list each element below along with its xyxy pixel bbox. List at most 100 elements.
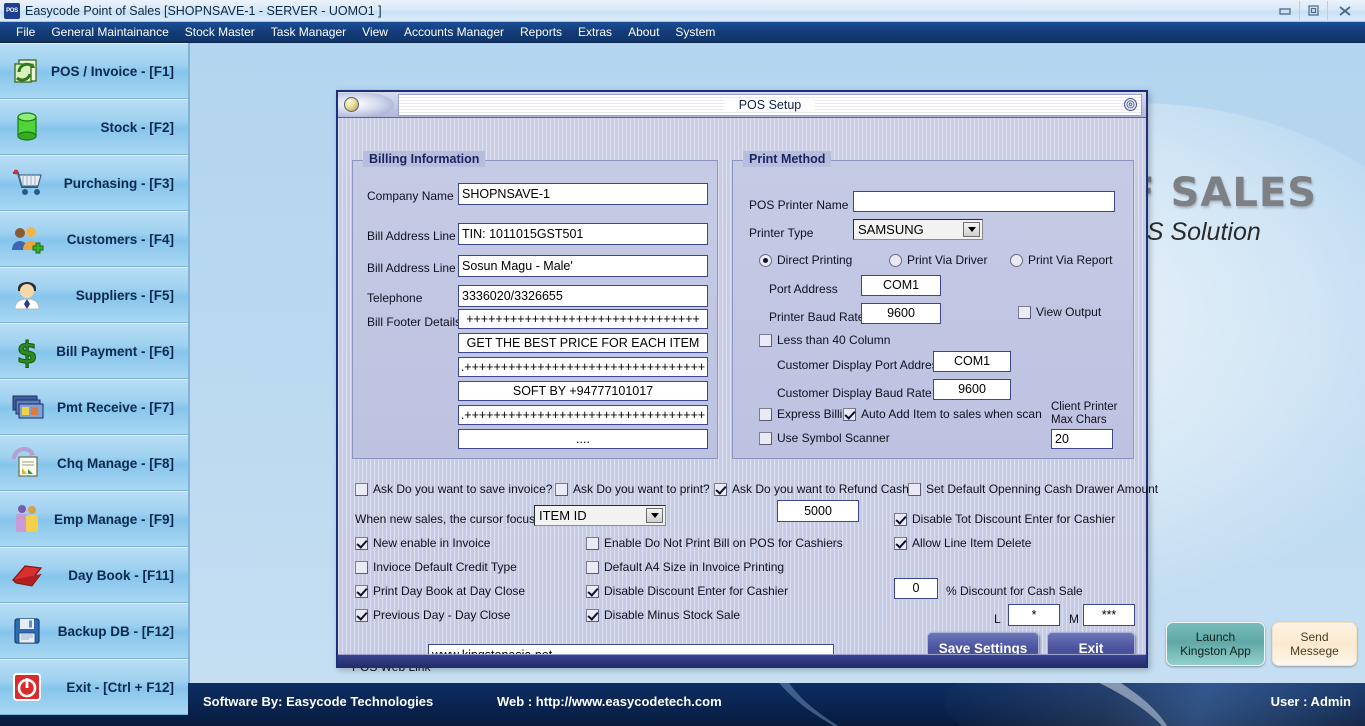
cash-discount-input[interactable]: 0	[894, 578, 938, 599]
radio-direct-printing[interactable]: Direct Printing	[759, 253, 852, 267]
sidebar-item-label: Backup DB - [F12]	[57, 623, 174, 639]
bill-footer-line-4[interactable]: SOFT BY +94777101017	[458, 381, 708, 401]
use-symbol-scanner-label: Use Symbol Scanner	[777, 431, 890, 445]
ask-print-checkbox[interactable]: Ask Do you want to print?	[555, 482, 710, 496]
ask-refund-cash-checkbox[interactable]: Ask Do you want to Refund Cash?	[714, 482, 915, 496]
telephone-label: Telephone	[367, 291, 423, 305]
launch-kingston-app-button[interactable]: Launch Kingston App	[1166, 622, 1265, 666]
disable-discount-checkbox[interactable]: Disable Discount Enter for Cashier	[586, 584, 788, 598]
bill-address-line2-input[interactable]: Sosun Magu - Male'	[458, 255, 708, 277]
printer-type-value[interactable]: SAMSUNG	[858, 222, 924, 237]
drawer-amount-input[interactable]: 5000	[777, 500, 859, 522]
l-field-input[interactable]: *	[1008, 604, 1060, 626]
menu-item-file[interactable]: File	[8, 24, 43, 40]
bill-footer-line-6[interactable]: ....	[458, 429, 708, 449]
sidebar-item-label: Pmt Receive - [F7]	[56, 399, 174, 415]
auto-add-item-checkbox[interactable]: Auto Add Item to sales when scan	[843, 407, 1042, 421]
window-titlebar: POS Easycode Point of Sales [SHOPNSAVE-1…	[0, 0, 1365, 22]
company-name-input[interactable]: SHOPNSAVE-1	[458, 183, 708, 205]
ask-save-invoice-checkbox[interactable]: Ask Do you want to save invoice?	[355, 482, 552, 496]
port-address-input[interactable]: COM1	[861, 275, 941, 296]
navigation-sidebar: POS / Invoice - [F1] Stock - [F2] Purcha…	[0, 43, 190, 715]
chevron-down-icon[interactable]	[963, 222, 980, 237]
disable-minus-stock-checkbox[interactable]: Disable Minus Stock Sale	[586, 608, 740, 622]
port-address-label: Port Address	[769, 282, 838, 296]
sidebar-item-stock[interactable]: Stock - [F2]	[0, 99, 188, 155]
sidebar-item-customers[interactable]: Customers - [F4]	[0, 211, 188, 267]
menu-item-task-manager[interactable]: Task Manager	[263, 24, 354, 40]
invoice-icon	[6, 52, 48, 90]
sidebar-item-emp-manage[interactable]: Emp Manage - [F9]	[0, 491, 188, 547]
bill-footer-line-3[interactable]: .+++++++++++++++++++++++++++++++++	[458, 357, 708, 377]
new-enable-invoice-checkbox[interactable]: New enable in Invoice	[355, 536, 490, 550]
window-controls	[1271, 1, 1361, 20]
bill-footer-line-5[interactable]: .+++++++++++++++++++++++++++++++++	[458, 405, 708, 425]
print-daybook-label: Print Day Book at Day Close	[373, 584, 526, 598]
customer-display-baud-input[interactable]: 9600	[933, 379, 1011, 400]
statusbar-user: User : Admin	[1270, 694, 1351, 709]
sidebar-item-label: Chq Manage - [F8]	[57, 455, 174, 471]
set-default-drawer-label: Set Default Openning Cash Drawer Amount	[926, 482, 1159, 496]
disable-tot-discount-label: Disable Tot Discount Enter for Cashier	[912, 512, 1116, 526]
set-default-drawer-box	[908, 482, 921, 496]
menu-item-accounts-manager[interactable]: Accounts Manager	[396, 24, 512, 40]
cursor-focus-value[interactable]: ITEM ID	[539, 508, 587, 523]
invoice-default-credit-checkbox[interactable]: Invioce Default Credit Type	[355, 560, 517, 574]
customer-display-baud-label: Customer Display Baud Rate	[777, 386, 932, 400]
view-output-checkbox[interactable]: View Output	[1018, 305, 1101, 319]
pos-printer-name-input[interactable]	[853, 191, 1115, 212]
less-than-40-column-label: Less than 40 Column	[777, 333, 891, 347]
minimize-button[interactable]	[1271, 1, 1299, 20]
menu-item-reports[interactable]: Reports	[512, 24, 570, 40]
sidebar-item-label: Purchasing - [F3]	[63, 175, 174, 191]
menu-item-general-maintainance[interactable]: General Maintainance	[43, 24, 176, 40]
close-button[interactable]	[1327, 1, 1361, 20]
sidebar-item-pos-invoice[interactable]: POS / Invoice - [F1]	[0, 43, 188, 99]
sidebar-item-suppliers[interactable]: Suppliers - [F5]	[0, 267, 188, 323]
sidebar-item-backup-db[interactable]: Backup DB - [F12]	[0, 603, 188, 659]
sidebar-item-bill-payment[interactable]: $ Bill Payment - [F6]	[0, 323, 188, 379]
bill-address-line1-label: Bill Address Line 1	[367, 229, 466, 243]
printer-baud-rate-input[interactable]: 9600	[861, 303, 941, 324]
bill-address-line1-input[interactable]: TIN: 1011015GST501	[458, 223, 708, 245]
previous-day-close-checkbox[interactable]: Previous Day - Day Close	[355, 608, 510, 622]
view-output-label: View Output	[1036, 305, 1102, 319]
pos-setup-dialog: POS Setup ◎ Billing Information Company …	[336, 90, 1158, 674]
telephone-input[interactable]: 3336020/3326655	[458, 285, 708, 307]
m-field-input[interactable]: ***	[1083, 604, 1135, 626]
menu-item-extras[interactable]: Extras	[570, 24, 620, 40]
menu-item-view[interactable]: View	[354, 24, 396, 40]
disable-discount-box	[586, 584, 599, 598]
sidebar-item-pmt-receive[interactable]: Pmt Receive - [F7]	[0, 379, 188, 435]
radio-print-via-driver[interactable]: Print Via Driver	[889, 253, 987, 267]
use-symbol-scanner-checkbox[interactable]: Use Symbol Scanner	[759, 431, 890, 445]
default-a4-checkbox[interactable]: Default A4 Size in Invoice Printing	[586, 560, 784, 574]
client-printer-max-chars-input[interactable]: 20	[1051, 429, 1113, 449]
sidebar-item-day-book[interactable]: Day Book - [F11]	[0, 547, 188, 603]
disable-minus-stock-label: Disable Minus Stock Sale	[604, 608, 741, 622]
send-message-button[interactable]: Send Messege	[1272, 622, 1357, 666]
allow-line-item-delete-checkbox[interactable]: Allow Line Item Delete	[894, 536, 1031, 550]
sidebar-item-chq-manage[interactable]: Chq Manage - [F8]	[0, 435, 188, 491]
print-daybook-checkbox[interactable]: Print Day Book at Day Close	[355, 584, 525, 598]
bill-footer-line-2[interactable]: GET THE BEST PRICE FOR EACH ITEM	[458, 333, 708, 353]
disable-tot-discount-checkbox[interactable]: Disable Tot Discount Enter for Cashier	[894, 512, 1115, 526]
bill-footer-line-1[interactable]: ++++++++++++++++++++++++++++++++	[458, 309, 708, 329]
no-print-bill-checkbox[interactable]: Enable Do Not Print Bill on POS for Cash…	[586, 536, 843, 550]
dialog-expand-icon[interactable]: ◎	[1124, 97, 1137, 111]
cursor-focus-label: When new sales, the cursor focus to	[355, 512, 549, 526]
radio-print-via-report[interactable]: Print Via Report	[1010, 253, 1113, 267]
chevron-down-icon[interactable]	[646, 508, 663, 523]
customer-display-port-input[interactable]: COM1	[933, 351, 1011, 372]
dollar-icon: $	[6, 332, 48, 370]
menu-item-about[interactable]: About	[620, 24, 667, 40]
restore-button[interactable]	[1299, 1, 1327, 20]
sidebar-item-purchasing[interactable]: Purchasing - [F3]	[0, 155, 188, 211]
menu-item-stock-master[interactable]: Stock Master	[177, 24, 263, 40]
menu-item-system[interactable]: System	[667, 24, 723, 40]
express-billing-checkbox[interactable]: Express Billing	[759, 407, 856, 421]
less-than-40-column-checkbox[interactable]: Less than 40 Column	[759, 333, 890, 347]
set-default-drawer-checkbox[interactable]: Set Default Openning Cash Drawer Amount	[908, 482, 1158, 496]
express-billing-box	[759, 407, 772, 421]
sidebar-item-exit[interactable]: Exit - [Ctrl + F12]	[0, 659, 188, 715]
